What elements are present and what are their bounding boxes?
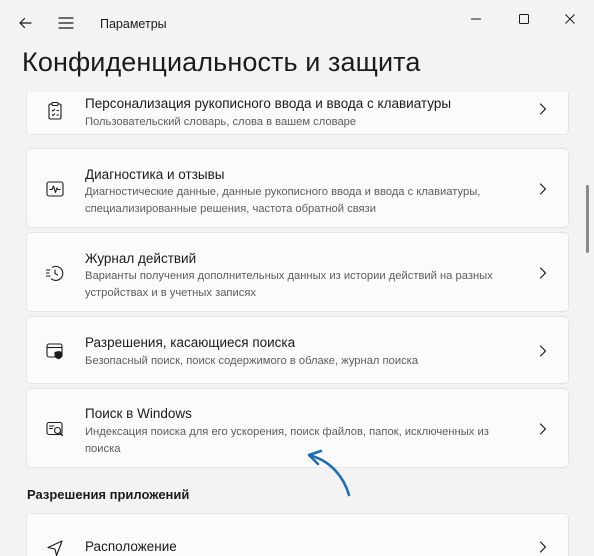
- windows-search-icon: [46, 421, 64, 437]
- settings-item-search-permissions[interactable]: Разрешения, касающиеся поиска Безопасный…: [26, 316, 569, 384]
- menu-button[interactable]: [52, 9, 80, 37]
- pulse-icon: [46, 181, 64, 197]
- settings-item-title: Персонализация рукописного ввода и ввода…: [85, 96, 452, 111]
- settings-item-diagnostics[interactable]: Диагностика и отзывы Диагностические дан…: [26, 148, 569, 228]
- chevron-right-icon: [539, 103, 547, 115]
- location-icon: [47, 540, 63, 556]
- close-button[interactable]: [550, 6, 590, 32]
- settings-list: Персонализация рукописного ввода и ввода…: [0, 92, 594, 556]
- chevron-right-icon: [539, 423, 547, 435]
- settings-item-title: Поиск в Windows: [85, 406, 192, 421]
- app-permissions-heading: Разрешения приложений: [27, 487, 190, 502]
- back-button[interactable]: [11, 9, 39, 37]
- settings-item-description: Пользовательский словарь, слова в вашем …: [85, 116, 357, 128]
- settings-item-description: Диагностические данные, данные рукописно…: [85, 186, 481, 215]
- search-shield-icon: [46, 343, 63, 360]
- settings-item-title: Разрешения, касающиеся поиска: [85, 335, 296, 350]
- title-bar: Параметры: [0, 0, 594, 48]
- settings-item-location[interactable]: Расположение: [26, 513, 569, 556]
- annotation-arrow-icon: [307, 449, 351, 497]
- history-icon: [45, 265, 64, 281]
- hamburger-icon: [58, 17, 74, 29]
- chevron-right-icon: [539, 267, 547, 279]
- maximize-button[interactable]: [504, 6, 544, 32]
- app-title: Параметры: [100, 17, 167, 31]
- scrollbar-thumb[interactable]: [586, 185, 589, 253]
- settings-item-description: Варианты получения дополнительных данных…: [85, 270, 493, 299]
- settings-item-activity-history[interactable]: Журнал действий Варианты получения допол…: [26, 232, 569, 312]
- settings-item-handwriting[interactable]: Персонализация рукописного ввода и ввода…: [26, 92, 569, 135]
- maximize-icon: [519, 14, 529, 24]
- close-icon: [565, 14, 575, 24]
- page-title: Конфиденциальность и защита: [22, 47, 421, 77]
- minimize-icon: [471, 18, 481, 20]
- settings-item-title: Журнал действий: [85, 251, 197, 266]
- back-arrow-icon: [19, 17, 32, 29]
- settings-item-title: Диагностика и отзывы: [85, 167, 225, 182]
- clipboard-icon: [48, 101, 62, 120]
- minimize-button[interactable]: [456, 6, 496, 32]
- chevron-right-icon: [539, 345, 547, 357]
- chevron-right-icon: [539, 183, 547, 195]
- chevron-right-icon: [539, 541, 547, 553]
- settings-item-description: Безопасный поиск, поиск содержимого в об…: [85, 355, 419, 367]
- settings-item-title: Расположение: [85, 539, 177, 554]
- settings-item-windows-search[interactable]: Поиск в Windows Индексация поиска для ег…: [26, 388, 569, 468]
